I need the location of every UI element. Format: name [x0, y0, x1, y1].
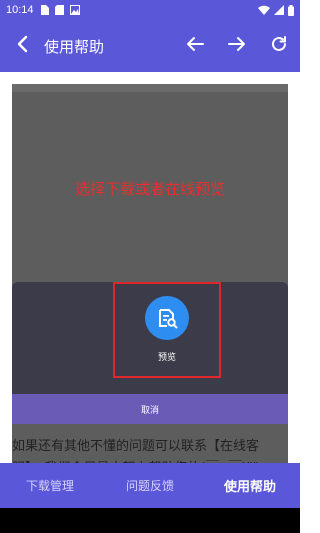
- back-button[interactable]: [0, 20, 44, 72]
- preview-option-label: 预览: [157, 353, 176, 363]
- sd-card-icon: [54, 5, 64, 15]
- refresh-button[interactable]: [258, 20, 300, 72]
- status-left: 10:14: [6, 4, 80, 16]
- nav-help[interactable]: 使用帮助: [200, 476, 300, 495]
- arrow-left-icon: [186, 36, 204, 56]
- cancel-bar: 取消: [12, 394, 288, 424]
- action-sheet: 预览: [12, 282, 288, 394]
- navigate-forward-button[interactable]: [216, 20, 258, 72]
- page-title: 使用帮助: [44, 37, 105, 56]
- help-text-line-1: 如果还有其他不懂的问题可以联系【在线客: [12, 439, 260, 454]
- signal-icon: [274, 5, 284, 15]
- battery-icon: [288, 4, 294, 16]
- help-content: 选择下载或者在线预览 预览 取消 如果还有其他不懂的问题可以联系【在线客: [0, 72, 300, 496]
- nav-feedback[interactable]: 问题反馈: [100, 477, 200, 494]
- navigate-back-button[interactable]: [174, 20, 216, 72]
- help-screenshot: 选择下载或者在线预览 预览 取消: [12, 84, 288, 496]
- status-time: 10:14: [6, 4, 34, 16]
- app-actions: [174, 20, 300, 72]
- screenshot-headline: 选择下载或者在线预览: [74, 180, 225, 198]
- image-icon: [69, 5, 80, 15]
- bottom-nav: 下载管理 问题反馈 使用帮助: [0, 463, 300, 508]
- screenshot-top-strip: [12, 84, 288, 92]
- refresh-icon: [270, 35, 288, 57]
- arrow-right-icon: [228, 36, 246, 56]
- status-bar: 10:14: [0, 0, 300, 20]
- preview-option: 预览: [123, 296, 211, 372]
- app-bar: 使用帮助: [0, 20, 300, 72]
- wifi-icon: [258, 5, 270, 15]
- preview-icon: [145, 296, 189, 340]
- status-right: [258, 4, 294, 16]
- nav-download-manager[interactable]: 下载管理: [0, 477, 100, 494]
- back-arrow-icon: [16, 35, 28, 57]
- system-nav-bar: [0, 508, 300, 533]
- sim-icon: [40, 5, 49, 15]
